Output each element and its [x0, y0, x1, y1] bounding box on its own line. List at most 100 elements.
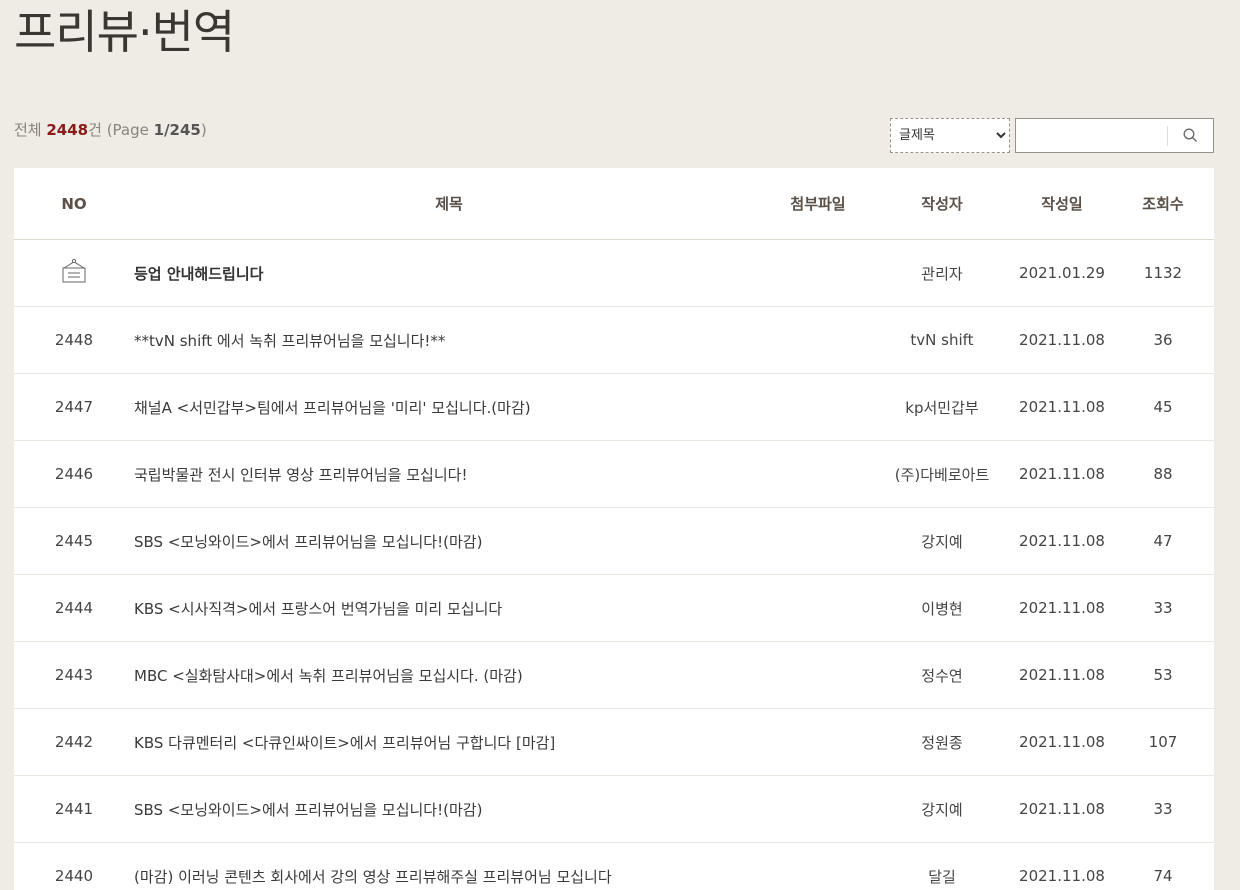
post-subject-link[interactable]: SBS <모닝와이드>에서 프리뷰어님을 모십니다!(마감): [134, 533, 482, 551]
post-count-summary: 전체 2448건 (Page 1/245): [14, 119, 207, 140]
post-views: 74: [1112, 842, 1214, 890]
notice-icon-cell: [14, 239, 134, 307]
post-attachment: [764, 708, 872, 776]
post-writer: 강지예: [872, 507, 1012, 575]
post-date: 2021.11.08: [1012, 708, 1112, 776]
post-attachment: [764, 775, 872, 843]
post-writer: 달길: [872, 842, 1012, 890]
total-count: 2448: [46, 121, 89, 139]
page-indicator: 1/245: [153, 121, 201, 139]
post-views: 47: [1112, 507, 1214, 575]
post-date: 2021.11.08: [1012, 641, 1112, 709]
post-subject-link[interactable]: KBS 다큐멘터리 <다큐인싸이트>에서 프리뷰어님 구합니다 [마감]: [134, 734, 555, 752]
post-writer: 이병현: [872, 574, 1012, 642]
post-subject-link[interactable]: 채널A <서민갑부>팀에서 프리뷰어님을 '미리' 모십니다.(마감): [134, 399, 531, 417]
post-attachment: [764, 842, 872, 890]
post-attachment: [764, 641, 872, 709]
page-close: ): [200, 121, 207, 139]
header-no: NO: [14, 168, 134, 240]
notice-board-icon: [62, 258, 86, 283]
post-attachment: [764, 306, 872, 374]
table-row[interactable]: 2445 SBS <모닝와이드>에서 프리뷰어님을 모십니다!(마감) 강지예 202…: [14, 507, 1214, 575]
notice-date: 2021.01.29: [1012, 239, 1112, 307]
page-title: 프리뷰·번역: [14, 5, 235, 59]
notice-row[interactable]: 등업 안내해드립니다 관리자 2021.01.29 1132: [14, 239, 1214, 307]
table-row[interactable]: 2447 채널A <서민갑부>팀에서 프리뷰어님을 '미리' 모십니다.(마감) k…: [14, 373, 1214, 441]
notice-subject-link[interactable]: 등업 안내해드립니다: [134, 265, 263, 283]
post-subject[interactable]: (마감) 이러닝 콘텐츠 회사에서 강의 영상 프리뷰해주실 프리뷰어님 모십니…: [134, 842, 764, 890]
post-number: 2446: [14, 440, 134, 508]
board-list: NO 제목 첨부파일 작성자 작성일 조회수 등업 안내해드립니다 관리자 20…: [14, 168, 1214, 890]
search-input[interactable]: [1016, 119, 1166, 152]
post-writer: kp서민갑부: [872, 373, 1012, 441]
post-subject[interactable]: **tvN shift 에서 녹취 프리뷰어님을 모십니다!**: [134, 306, 764, 374]
search-icon: [1183, 128, 1197, 142]
post-views: 53: [1112, 641, 1214, 709]
post-number: 2443: [14, 641, 134, 709]
post-writer: 정수연: [872, 641, 1012, 709]
post-writer: 강지예: [872, 775, 1012, 843]
table-row[interactable]: 2448 **tvN shift 에서 녹취 프리뷰어님을 모십니다!** tvN …: [14, 306, 1214, 374]
table-row[interactable]: 2446 국립박물관 전시 인터뷰 영상 프리뷰어님을 모십니다! (주)다베로아트…: [14, 440, 1214, 508]
header-writer: 작성자: [872, 168, 1012, 240]
post-date: 2021.11.08: [1012, 373, 1112, 441]
table-header-row: NO 제목 첨부파일 작성자 작성일 조회수: [14, 168, 1214, 240]
post-number: 2442: [14, 708, 134, 776]
post-subject-link[interactable]: 국립박물관 전시 인터뷰 영상 프리뷰어님을 모십니다!: [134, 466, 467, 484]
search-box: [1015, 118, 1214, 153]
post-subject-link[interactable]: (마감) 이러닝 콘텐츠 회사에서 강의 영상 프리뷰해주실 프리뷰어님 모십니…: [134, 868, 612, 886]
search-button[interactable]: [1168, 119, 1213, 152]
post-attachment: [764, 507, 872, 575]
post-subject-link[interactable]: KBS <시사직격>에서 프랑스어 번역가님을 미리 모십니다: [134, 600, 502, 618]
post-date: 2021.11.08: [1012, 507, 1112, 575]
post-number: 2444: [14, 574, 134, 642]
post-views: 33: [1112, 574, 1214, 642]
post-views: 33: [1112, 775, 1214, 843]
post-subject[interactable]: KBS <시사직격>에서 프랑스어 번역가님을 미리 모십니다: [134, 574, 764, 642]
header-date: 작성일: [1012, 168, 1112, 240]
post-views: 36: [1112, 306, 1214, 374]
notice-attachment: [764, 239, 872, 307]
post-writer: (주)다베로아트: [872, 440, 1012, 508]
post-number: 2445: [14, 507, 134, 575]
post-date: 2021.11.08: [1012, 842, 1112, 890]
board-page: 프리뷰·번역 전체 2448건 (Page 1/245) 글제목 NO 제목 첨…: [0, 0, 1240, 890]
post-date: 2021.11.08: [1012, 440, 1112, 508]
post-attachment: [764, 440, 872, 508]
table-row[interactable]: 2442 KBS 다큐멘터리 <다큐인싸이트>에서 프리뷰어님 구합니다 [마감]…: [14, 708, 1214, 776]
post-subject[interactable]: KBS 다큐멘터리 <다큐인싸이트>에서 프리뷰어님 구합니다 [마감]: [134, 708, 764, 776]
notice-views: 1132: [1112, 239, 1214, 307]
header-views: 조회수: [1112, 168, 1214, 240]
notice-subject[interactable]: 등업 안내해드립니다: [134, 239, 764, 307]
post-date: 2021.11.08: [1012, 775, 1112, 843]
post-subject[interactable]: SBS <모닝와이드>에서 프리뷰어님을 모십니다!(마감): [134, 775, 764, 843]
post-subject[interactable]: 국립박물관 전시 인터뷰 영상 프리뷰어님을 모십니다!: [134, 440, 764, 508]
post-number: 2440: [14, 842, 134, 890]
notice-writer: 관리자: [872, 239, 1012, 307]
post-views: 107: [1112, 708, 1214, 776]
post-writer: 정원종: [872, 708, 1012, 776]
post-number: 2441: [14, 775, 134, 843]
post-table: NO 제목 첨부파일 작성자 작성일 조회수 등업 안내해드립니다 관리자 20…: [14, 168, 1214, 890]
table-row[interactable]: 2443 MBC <실화탐사대>에서 녹취 프리뷰어님을 모십시다. (마감) 정수…: [14, 641, 1214, 709]
post-subject-link[interactable]: **tvN shift 에서 녹취 프리뷰어님을 모십니다!**: [134, 332, 445, 350]
header-subject: 제목: [134, 168, 764, 240]
post-number: 2448: [14, 306, 134, 374]
post-attachment: [764, 373, 872, 441]
search-field-select[interactable]: 글제목: [890, 118, 1010, 153]
post-views: 88: [1112, 440, 1214, 508]
table-row[interactable]: 2441 SBS <모닝와이드>에서 프리뷰어님을 모십니다!(마감) 강지예 202…: [14, 775, 1214, 843]
header-attachment: 첨부파일: [764, 168, 872, 240]
post-date: 2021.11.08: [1012, 574, 1112, 642]
post-subject-link[interactable]: SBS <모닝와이드>에서 프리뷰어님을 모십니다!(마감): [134, 801, 482, 819]
table-row[interactable]: 2444 KBS <시사직격>에서 프랑스어 번역가님을 미리 모십니다 이병현 20…: [14, 574, 1214, 642]
post-views: 45: [1112, 373, 1214, 441]
total-label: 전체: [14, 121, 47, 139]
post-attachment: [764, 574, 872, 642]
post-subject[interactable]: 채널A <서민갑부>팀에서 프리뷰어님을 '미리' 모십니다.(마감): [134, 373, 764, 441]
post-writer: tvN shift: [872, 306, 1012, 374]
post-subject-link[interactable]: MBC <실화탐사대>에서 녹취 프리뷰어님을 모십시다. (마감): [134, 667, 523, 685]
post-subject[interactable]: SBS <모닝와이드>에서 프리뷰어님을 모십니다!(마감): [134, 507, 764, 575]
post-subject[interactable]: MBC <실화탐사대>에서 녹취 프리뷰어님을 모십시다. (마감): [134, 641, 764, 709]
table-row[interactable]: 2440 (마감) 이러닝 콘텐츠 회사에서 강의 영상 프리뷰해주실 프리뷰어님…: [14, 842, 1214, 890]
